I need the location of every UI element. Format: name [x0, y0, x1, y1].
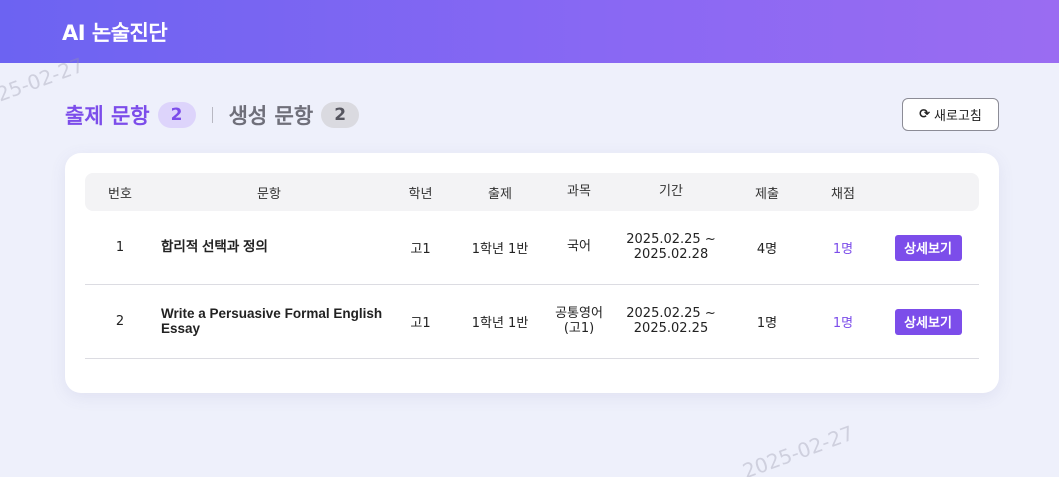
row-grade: 고1: [410, 242, 431, 257]
header-period: 기간: [659, 183, 683, 199]
question-table: 번호 문항 학년 출제 과목 기간 제출 채점 1 합리적 선택과 정의 고1 …: [85, 173, 979, 359]
row-action: 상세보기: [878, 234, 978, 261]
row-subject: 국어: [567, 239, 591, 255]
row-class: 1학년 1반: [471, 316, 529, 331]
detail-button[interactable]: 상세보기: [894, 308, 962, 335]
tab-assigned-questions[interactable]: 출제 문항 2: [65, 100, 196, 130]
watermark: 2025-02-27: [739, 420, 857, 477]
row-subject: 공통영어 (고1): [555, 305, 603, 336]
row-period: 2025.02.25 ~ 2025.02.28: [626, 231, 716, 262]
row-graded[interactable]: 1명: [808, 312, 878, 331]
row-grade: 고1: [410, 316, 431, 331]
detail-button[interactable]: 상세보기: [894, 234, 962, 261]
header-grade: 학년: [408, 186, 433, 202]
refresh-icon: ⟳: [919, 107, 931, 122]
count-badge: 2: [321, 102, 360, 128]
row-graded[interactable]: 1명: [808, 238, 878, 257]
app-header: AI 논술진단: [0, 0, 1059, 63]
row-period: 2025.02.25 ~ 2025.02.25: [626, 305, 716, 336]
tab-divider: [211, 107, 213, 123]
table-row: 1 합리적 선택과 정의 고1 1학년 1반 국어 2025.02.25 ~ 2…: [85, 211, 979, 285]
header-question: 문항: [257, 186, 281, 202]
row-submitted: 1명: [756, 316, 778, 331]
refresh-button[interactable]: ⟳ 새로고침: [902, 98, 999, 131]
row-question: 합리적 선택과 정의: [161, 239, 268, 255]
table-row: 2 Write a Persuasive Formal English Essa…: [85, 285, 979, 359]
header-no: 번호: [108, 186, 132, 202]
row-class: 1학년 1반: [471, 242, 529, 257]
row-submitted: 4명: [756, 242, 778, 257]
row-question: Write a Persuasive Formal English Essay: [161, 306, 383, 336]
count-badge: 2: [157, 102, 196, 128]
row-no: 2: [115, 314, 125, 329]
tab-label: 생성 문항: [228, 104, 314, 128]
header-subject: 과목: [567, 183, 591, 199]
table-header: 번호 문항 학년 출제 과목 기간 제출 채점: [85, 173, 979, 211]
refresh-label: 새로고침: [934, 109, 982, 124]
tab-bar: 출제 문항 2 생성 문항 2: [65, 98, 999, 132]
tab-label: 출제 문항: [65, 104, 150, 128]
row-action: 상세보기: [878, 308, 978, 335]
app-title: AI 논술진단: [62, 20, 168, 45]
header-graded: 채점: [831, 186, 855, 202]
header-class: 출제: [488, 186, 512, 202]
question-table-card: 번호 문항 학년 출제 과목 기간 제출 채점 1 합리적 선택과 정의 고1 …: [65, 153, 999, 393]
tab-generated-questions[interactable]: 생성 문항 2: [229, 100, 360, 130]
row-no: 1: [115, 240, 125, 255]
header-submitted: 제출: [755, 186, 779, 202]
